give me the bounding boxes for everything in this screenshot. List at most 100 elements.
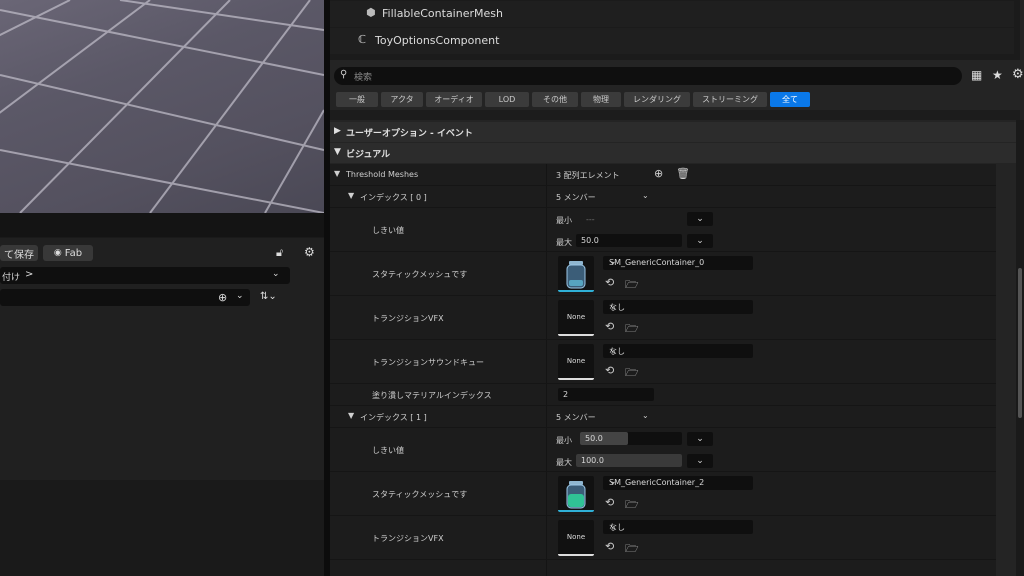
asset-search-input[interactable]: ⊕ ⌄ (0, 289, 250, 306)
fill-material-label: 塗り潰しマテリアルインデックス (372, 391, 492, 400)
chevron-down-icon[interactable]: ⌄ (272, 269, 280, 279)
content-browser-panel: て保存 ◉ Fab 🔓︎ ⚙ 付け > ⌄ ⊕ ⌄ ⇅⌄ (0, 213, 324, 576)
index-1-static-mesh-row: スタティックメッシュです SM_GenericContainer_2 ⌄ ⟲ 🗁… (330, 472, 996, 516)
vfx-dropdown[interactable]: なし ⌄ (603, 300, 753, 314)
scrollbar-thumb[interactable] (1018, 268, 1022, 418)
sound-dropdown[interactable]: なし ⌄ (603, 344, 753, 358)
details-panel: ⬢ FillableContainerMesh ℂ ToyOptionsComp… (330, 0, 1024, 576)
chevron-down-icon: ⌄ (609, 301, 617, 311)
cube-icon: ⬢ (366, 6, 376, 19)
add-element-icon[interactable]: ⊕ (654, 167, 663, 180)
tab-audio[interactable]: オーディオ (426, 92, 482, 107)
max-value: 100.0 (581, 456, 604, 465)
fill-material-value: 2 (563, 390, 569, 399)
index-0-threshold-row: しきい値 最小 --- ⌄ 最大 50.0 ⌄ (330, 208, 996, 252)
section-user-options-events[interactable]: ▶ ユーザーオプション - イベント (330, 122, 1020, 142)
tab-streaming[interactable]: ストリーミング (693, 92, 767, 107)
vfx-thumb-text: None (566, 313, 586, 321)
gear-icon[interactable]: ⚙ (304, 245, 315, 259)
collapse-arrow-icon[interactable]: ▼ (348, 411, 354, 420)
static-mesh-dropdown[interactable]: SM_GenericContainer_0 ⌄ (603, 256, 753, 270)
tree-item-toy-options-component[interactable]: ℂ ToyOptionsComponent (330, 28, 1014, 54)
tab-lod[interactable]: LOD (485, 92, 529, 107)
tab-physics[interactable]: 物理 (581, 92, 621, 107)
index-0-label: インデックス [ 0 ] (360, 193, 427, 202)
collapse-arrow-icon[interactable]: ▼ (348, 191, 354, 200)
min-value[interactable]: --- (586, 215, 595, 224)
min-dropdown-button[interactable]: ⌄ (687, 432, 713, 446)
array-count: 3 配列エレメント (556, 171, 620, 180)
chevron-down-icon: ⌄ (609, 345, 617, 355)
tree-item-fillable-container-mesh[interactable]: ⬢ FillableContainerMesh (330, 1, 1014, 27)
max-value-field[interactable]: 50.0 (576, 234, 682, 247)
fab-label: Fab (64, 247, 83, 259)
save-all-label: て保存 (4, 249, 34, 261)
tab-misc[interactable]: その他 (532, 92, 578, 107)
save-all-button[interactable]: て保存 (0, 245, 38, 261)
max-value-field[interactable]: 100.0 (576, 454, 682, 467)
star-icon[interactable]: ★ (992, 68, 1003, 82)
level-viewport[interactable] (0, 0, 324, 213)
use-selected-icon[interactable]: ⟲ (605, 276, 614, 289)
max-dropdown-button[interactable]: ⌄ (687, 234, 713, 248)
fab-button[interactable]: ◉ Fab (43, 245, 93, 261)
browse-asset-icon[interactable]: 🗁︎ (625, 540, 639, 559)
min-value-field[interactable]: 50.0 (580, 432, 682, 445)
chevron-down-icon: ⌄ (609, 477, 617, 487)
use-selected-icon[interactable]: ⟲ (605, 320, 614, 333)
trash-icon[interactable]: 🗑︎ (676, 167, 690, 180)
collapse-arrow-icon[interactable]: ▼ (334, 169, 340, 178)
chevron-down-icon[interactable]: ⌄ (642, 191, 649, 200)
chevron-down-icon: ⌄ (609, 521, 617, 531)
sort-icon[interactable]: ⇅⌄ (260, 291, 277, 302)
vfx-thumbnail[interactable]: None (558, 520, 594, 556)
details-scrollbar[interactable] (1016, 120, 1024, 576)
sound-thumbnail[interactable]: None (558, 344, 594, 380)
clipped-row (330, 560, 996, 576)
component-tree: ⬢ FillableContainerMesh ℂ ToyOptionsComp… (330, 0, 1020, 60)
tab-actor[interactable]: アクタ (381, 92, 423, 107)
jar-icon (566, 261, 586, 289)
use-selected-icon[interactable]: ⟲ (605, 496, 614, 509)
collapse-arrow-icon: ▼ (334, 147, 341, 157)
index-1-threshold-row: しきい値 最小 50.0 ⌄ 最大 100.0 ⌄ (330, 428, 996, 472)
path-breadcrumb[interactable]: 付け > ⌄ (0, 267, 290, 284)
fill-material-field[interactable]: 2 (558, 388, 654, 401)
lock-icon[interactable]: 🔓︎ (276, 246, 283, 260)
index-0-members: 5 メンバー (556, 193, 596, 202)
browse-asset-icon[interactable]: 🗁︎ (625, 496, 639, 515)
tab-all[interactable]: 全て (770, 92, 810, 107)
browse-asset-icon[interactable]: 🗁︎ (625, 364, 639, 383)
mesh-thumbnail[interactable] (558, 256, 594, 292)
add-circle-icon[interactable]: ⊕ (218, 291, 227, 304)
mesh-thumbnail[interactable] (558, 476, 594, 512)
max-label: 最大 (556, 458, 572, 467)
section-visual[interactable]: ▼ ビジュアル (330, 143, 1020, 163)
chevron-down-icon[interactable]: ⌄ (642, 411, 649, 420)
use-selected-icon[interactable]: ⟲ (605, 364, 614, 377)
vfx-dropdown[interactable]: なし ⌄ (603, 520, 753, 534)
index-0-vfx-row: トランジションVFX None なし ⌄ ⟲ 🗁︎ (330, 296, 996, 340)
panel-tab-strip (0, 213, 324, 237)
index-0-fill-material-row: 塗り潰しマテリアルインデックス 2 (330, 384, 996, 406)
gear-icon[interactable]: ⚙ (1012, 67, 1024, 82)
table-view-icon[interactable]: ▦ (971, 68, 982, 82)
static-mesh-label: スタティックメッシュです (372, 490, 468, 499)
details-search-input[interactable]: ⚲ 検索 (334, 67, 962, 85)
use-selected-icon[interactable]: ⟲ (605, 540, 614, 553)
tab-general[interactable]: 一般 (336, 92, 378, 107)
browse-asset-icon[interactable]: 🗁︎ (625, 320, 639, 339)
content-browser-toolbar-area: て保存 ◉ Fab 🔓︎ ⚙ 付け > ⌄ ⊕ ⌄ ⇅⌄ (0, 238, 324, 480)
vfx-label: トランジションVFX (372, 534, 444, 543)
browse-asset-icon[interactable]: 🗁︎ (625, 276, 639, 295)
vfx-thumbnail[interactable]: None (558, 300, 594, 336)
min-label: 最小 (556, 436, 572, 445)
tab-rendering[interactable]: レンダリング (624, 92, 690, 107)
chevron-down-icon[interactable]: ⌄ (236, 291, 244, 301)
min-dropdown-button[interactable]: ⌄ (687, 212, 713, 226)
tree-item-label: FillableContainerMesh (382, 7, 503, 20)
threshold-meshes-label: Threshold Meshes (346, 170, 419, 179)
static-mesh-dropdown[interactable]: SM_GenericContainer_2 ⌄ (603, 476, 753, 490)
sound-thumb-text: None (566, 357, 586, 365)
max-dropdown-button[interactable]: ⌄ (687, 454, 713, 468)
